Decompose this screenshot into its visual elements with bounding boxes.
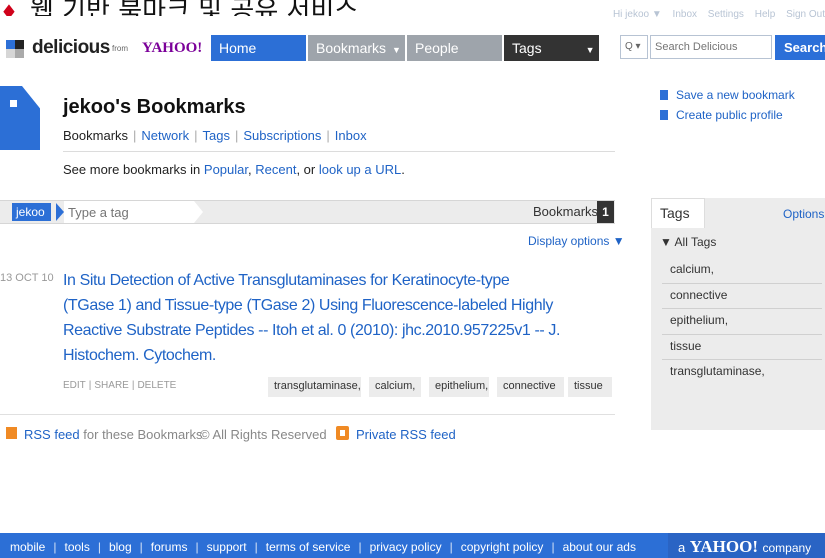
inbox-link[interactable]: Inbox	[673, 9, 697, 20]
search-scope-dropdown[interactable]: Q ▾	[620, 35, 648, 59]
nav-tags-label: Tags	[512, 40, 542, 56]
yahoo-company-logo[interactable]: a YAHOO! company	[668, 533, 825, 558]
lock-icon	[336, 426, 349, 440]
rss-feed: RSS feed for these Bookmarks	[24, 427, 203, 442]
footer-link-support[interactable]: support	[207, 540, 247, 554]
divider	[63, 151, 615, 152]
side-actions: Save a new bookmark Create public profil…	[660, 88, 795, 128]
see-more-or: , or	[296, 162, 316, 177]
company-prefix: a	[678, 540, 686, 555]
tag-list: calcium, connective epithelium, tissue t…	[662, 258, 822, 386]
see-more-period: .	[401, 162, 405, 177]
flag-icon	[660, 110, 668, 120]
popular-link[interactable]: Popular	[204, 162, 248, 177]
chevron-down-icon: ▼	[392, 45, 401, 55]
nav-tags[interactable]: Tags ▼	[504, 35, 599, 61]
footer-link-copyright[interactable]: copyright policy	[461, 540, 544, 554]
rss-suffix: for these Bookmarks	[83, 427, 203, 442]
bookmark-tag[interactable]: tissue	[568, 377, 612, 397]
create-profile-link[interactable]: Create public profile	[660, 108, 795, 122]
page-title: jekoo's Bookmarks	[63, 96, 246, 118]
tags-options-link[interactable]: Options ▾	[783, 207, 825, 221]
brand-from: from	[112, 44, 128, 53]
slide-title: ♦ 웹 기반 북마크 및 공유 서비스	[0, 0, 600, 16]
footer-links: mobile | tools | blog | forums | support | terms o…	[10, 540, 636, 554]
tag-list-item[interactable]: connective	[662, 284, 822, 309]
company-brand: YAHOO!	[689, 537, 759, 556]
see-more-prefix: See more bookmarks in	[63, 162, 201, 177]
settings-link[interactable]: Settings	[708, 9, 744, 20]
tag-list-item[interactable]: tissue	[662, 335, 822, 360]
save-bookmark-label: Save a new bookmark	[676, 88, 795, 102]
share-link[interactable]: SHARE	[94, 380, 128, 391]
slide-title-text: 웹 기반 북마크 및 공유 서비스	[29, 0, 359, 16]
edit-link[interactable]: EDIT	[63, 380, 86, 391]
bookmark-date: 13 OCT 10	[0, 272, 54, 284]
tag-filter-input[interactable]	[64, 201, 194, 223]
tags-panel-title[interactable]: Tags	[651, 198, 705, 228]
bookmarks-count-label: Bookmarks	[533, 204, 599, 219]
breadcrumb-arrow-icon	[56, 203, 64, 221]
rss-feed-link[interactable]: RSS feed	[24, 427, 80, 442]
yahoo-logo: YAHOO!	[142, 40, 203, 56]
utility-links: Hi jekoo ▼ Inbox Settings Help Sign Out	[605, 9, 825, 20]
see-more-text: See more bookmarks in Popular, Recent, o…	[63, 162, 405, 177]
all-tags-toggle[interactable]: ▼ All Tags	[660, 235, 716, 249]
nav-home[interactable]: Home	[211, 35, 306, 61]
profile-nav-subscriptions[interactable]: Subscriptions	[243, 128, 321, 143]
footer-link-forums[interactable]: forums	[151, 540, 188, 554]
copyright-text: © All Rights Reserved	[200, 427, 327, 442]
tag-list-item[interactable]: calcium,	[662, 258, 822, 284]
avatar-dot	[10, 100, 17, 107]
footer-link-blog[interactable]: blog	[109, 540, 132, 554]
footer-link-mobile[interactable]: mobile	[10, 540, 45, 554]
save-bookmark-link[interactable]: Save a new bookmark	[660, 88, 795, 102]
delicious-logo-icon[interactable]	[6, 40, 24, 58]
help-link[interactable]: Help	[755, 9, 776, 20]
bookmark-title-link[interactable]: In Situ Detection of Active Transglutami…	[63, 268, 563, 368]
create-profile-label: Create public profile	[676, 108, 783, 122]
footer-link-privacy[interactable]: privacy policy	[370, 540, 442, 554]
profile-nav-tags[interactable]: Tags	[203, 128, 230, 143]
nav-bookmarks-label: Bookmarks	[316, 40, 387, 56]
divider	[0, 414, 615, 415]
nav-home-label: Home	[219, 40, 257, 56]
bookmark-tag[interactable]: epithelium,	[429, 377, 489, 397]
brand-name[interactable]: delicious	[32, 37, 110, 59]
footer-link-tools[interactable]: tools	[64, 540, 89, 554]
display-options-link[interactable]: Display options ▼	[528, 234, 625, 248]
chevron-right-icon	[194, 201, 203, 223]
nav-people-label: People	[415, 40, 459, 56]
private-rss-link[interactable]: Private RSS feed	[356, 427, 456, 442]
user-menu-link[interactable]: Hi jekoo ▼	[613, 9, 662, 20]
profile-nav: Bookmarks | Network | Tags | Subscriptions | Inb…	[63, 128, 367, 143]
footer-link-terms[interactable]: terms of service	[266, 540, 351, 554]
bookmarks-count-badge: 1	[597, 201, 614, 223]
profile-nav-inbox[interactable]: Inbox	[335, 128, 367, 143]
profile-nav-network[interactable]: Network	[141, 128, 189, 143]
bookmark-actions: EDIT | SHARE | DELETE	[63, 380, 177, 391]
tag-list-item[interactable]: epithelium,	[662, 309, 822, 335]
chevron-down-icon: ▼	[585, 45, 595, 55]
profile-nav-bookmarks[interactable]: Bookmarks	[63, 128, 128, 143]
recent-link[interactable]: Recent	[255, 162, 296, 177]
delete-link[interactable]: DELETE	[137, 380, 176, 391]
sign-out-link[interactable]: Sign Out	[786, 9, 825, 20]
footer-link-ads[interactable]: about our ads	[563, 540, 636, 554]
bookmark-icon	[660, 90, 668, 100]
search-button[interactable]: Search	[775, 35, 825, 60]
nav-people[interactable]: People▼	[407, 35, 512, 61]
bookmark-tag[interactable]: transglutaminase,	[268, 377, 361, 397]
bookmark-tag[interactable]: connective	[497, 377, 564, 397]
avatar	[0, 86, 40, 150]
nav-bookmarks[interactable]: Bookmarks ▼	[308, 35, 405, 61]
lookup-url-link[interactable]: look up a URL	[319, 162, 401, 177]
bookmark-tag[interactable]: calcium,	[369, 377, 421, 397]
user-breadcrumb[interactable]: jekoo	[12, 203, 51, 221]
company-suffix: company	[762, 541, 812, 555]
search-input[interactable]	[650, 35, 772, 59]
tag-list-item[interactable]: transglutaminase,	[662, 360, 822, 386]
rss-icon	[6, 427, 17, 439]
bullet-icon: ♦	[0, 0, 18, 16]
